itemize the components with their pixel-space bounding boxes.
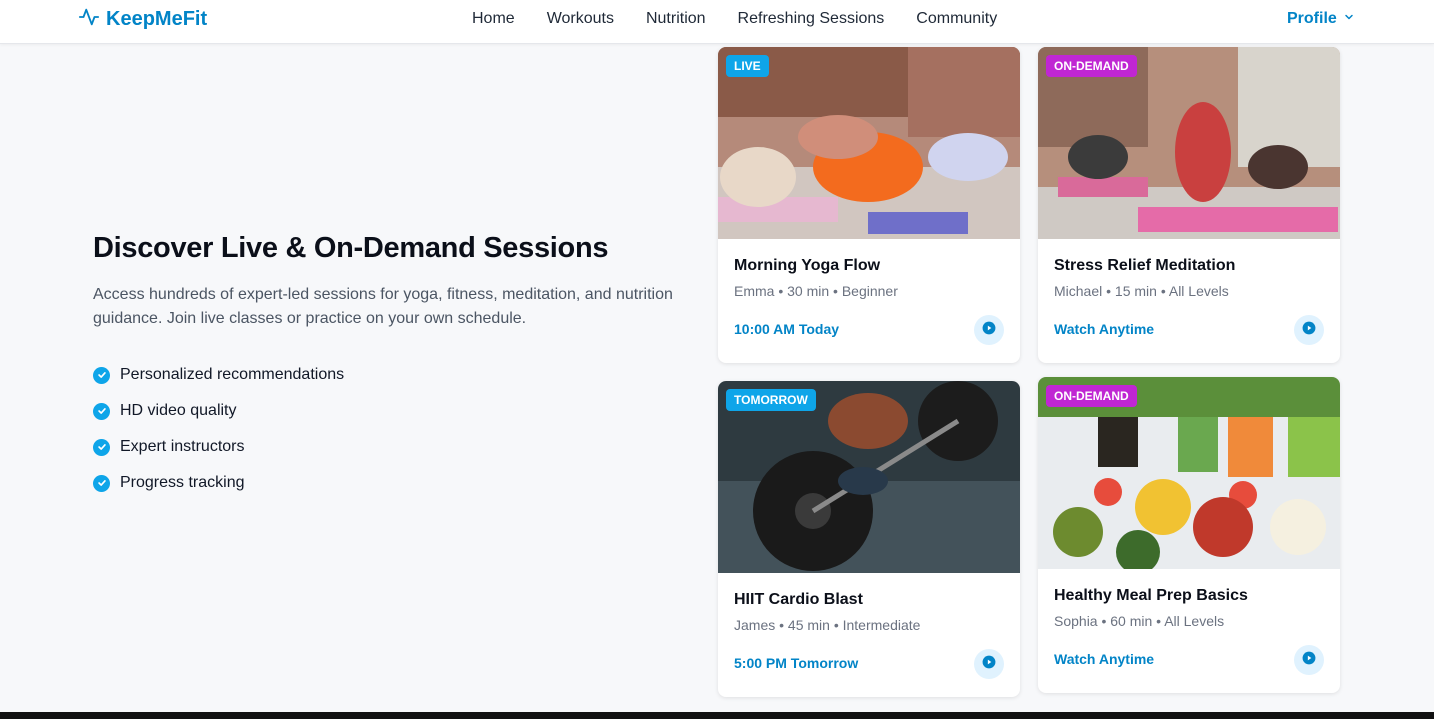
card-time: Watch Anytime	[1054, 321, 1155, 337]
check-circle-icon	[93, 366, 110, 384]
feature-label: HD video quality	[120, 402, 237, 419]
hero-title: Discover Live & On-Demand Sessions	[93, 232, 609, 264]
feature-list: Personalized recommendations HD video qu…	[93, 357, 673, 501]
card-meta: Sophia • 60 min • All Levels	[1054, 613, 1225, 629]
profile-label: Profile	[1287, 10, 1337, 27]
play-icon	[1302, 651, 1316, 670]
session-card[interactable]: ON-DEMAND Stress Relief Meditation Micha…	[1038, 47, 1340, 363]
hero-section: Discover Live & On-Demand Sessions Acces…	[93, 232, 673, 501]
feature-item: Progress tracking	[93, 465, 673, 501]
barbell-lift-photo: TOMORROW	[718, 381, 1020, 573]
check-circle-icon	[93, 474, 110, 492]
hero-description: Access hundreds of expert-led sessions f…	[93, 286, 673, 327]
play-button[interactable]	[1294, 315, 1324, 345]
check-circle-icon	[93, 438, 110, 456]
top-navbar: KeepMeFit Home Workouts Nutrition Refres…	[0, 0, 1434, 44]
card-body: Stress Relief Meditation Michael • 15 mi…	[1038, 239, 1340, 363]
yoga-class-photo: LIVE	[718, 47, 1020, 239]
session-card[interactable]: ON-DEMAND Healthy Meal Prep Basics Sophi…	[1038, 377, 1340, 693]
feature-item: HD video quality	[93, 393, 673, 429]
nav-link-home[interactable]: Home	[472, 10, 515, 28]
on-demand-badge: ON-DEMAND	[1046, 55, 1137, 77]
feature-label: Progress tracking	[120, 474, 245, 491]
card-meta: James • 45 min • Intermediate	[734, 617, 921, 633]
play-button[interactable]	[974, 315, 1004, 345]
tomorrow-badge: TOMORROW	[726, 389, 816, 411]
nav-link-community[interactable]: Community	[916, 10, 997, 28]
check-circle-icon	[93, 402, 110, 420]
card-time: 10:00 AM Today	[734, 321, 840, 337]
on-demand-badge: ON-DEMAND	[1046, 385, 1137, 407]
play-icon	[982, 321, 996, 340]
nav-link-refreshing-sessions[interactable]: Refreshing Sessions	[738, 10, 885, 28]
session-card[interactable]: TOMORROW HIIT Cardio Blast James • 45 mi…	[718, 381, 1020, 697]
card-time: 5:00 PM Tomorrow	[734, 655, 859, 671]
live-badge: LIVE	[726, 55, 769, 77]
card-body: HIIT Cardio Blast James • 45 min • Inter…	[718, 573, 1020, 697]
play-icon	[982, 655, 996, 674]
card-title: Healthy Meal Prep Basics	[1054, 587, 1248, 604]
pulse-icon	[78, 6, 100, 33]
brand-name: KeepMeFit	[106, 8, 208, 30]
feature-item: Expert instructors	[93, 429, 673, 465]
session-card[interactable]: LIVE Morning Yoga Flow Emma • 30 min • B…	[718, 47, 1020, 363]
card-time: Watch Anytime	[1054, 651, 1155, 667]
profile-menu[interactable]: Profile	[1287, 10, 1355, 28]
card-title: Morning Yoga Flow	[734, 257, 881, 274]
fitness-class-photo: ON-DEMAND	[1038, 47, 1340, 239]
card-body: Morning Yoga Flow Emma • 30 min • Beginn…	[718, 239, 1020, 363]
nav-link-workouts[interactable]: Workouts	[547, 10, 614, 28]
feature-item: Personalized recommendations	[93, 357, 673, 393]
play-button[interactable]	[974, 649, 1004, 679]
card-title: HIIT Cardio Blast	[734, 591, 863, 608]
card-title: Stress Relief Meditation	[1054, 257, 1236, 274]
brand-logo[interactable]: KeepMeFit	[78, 6, 207, 33]
nav-links: Home Workouts Nutrition Refreshing Sessi…	[472, 10, 997, 28]
nav-link-nutrition[interactable]: Nutrition	[646, 10, 706, 28]
feature-label: Personalized recommendations	[120, 366, 345, 383]
card-meta: Michael • 15 min • All Levels	[1054, 283, 1229, 299]
play-button[interactable]	[1294, 645, 1324, 675]
vegetables-photo: ON-DEMAND	[1038, 377, 1340, 569]
feature-label: Expert instructors	[120, 438, 245, 455]
page-bottom-edge	[0, 712, 1434, 719]
chevron-down-icon	[1343, 10, 1355, 28]
card-body: Healthy Meal Prep Basics Sophia • 60 min…	[1038, 569, 1340, 693]
play-icon	[1302, 321, 1316, 340]
card-meta: Emma • 30 min • Beginner	[734, 283, 898, 299]
